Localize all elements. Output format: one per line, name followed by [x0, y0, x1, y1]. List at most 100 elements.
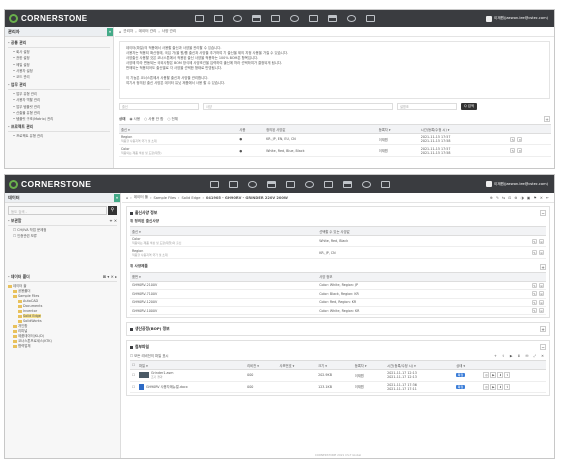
nav-box-icon[interactable] — [252, 15, 261, 22]
play-icon[interactable]: ▶ — [490, 383, 497, 390]
edit-icon[interactable]: ✎ — [532, 299, 537, 305]
search-button[interactable]: Q 검색 — [461, 103, 477, 110]
table-row[interactable]: ☐ GH90RV 사용자매뉴얼.docx 000 123.1KB 이재원 2021-11-… — [130, 381, 546, 394]
share-icon[interactable]: ⇪ — [504, 372, 511, 379]
table-row[interactable]: ☐ Grinder1.asm 조기 결과 000 202.9KB 이재원 2021-11-1… — [130, 369, 546, 382]
nav-folder-icon[interactable] — [214, 15, 223, 22]
nav-admin-icon[interactable] — [381, 180, 390, 188]
nav-list-icon[interactable] — [324, 180, 333, 188]
status-radio-use[interactable]: ◉ 사용 — [129, 117, 140, 122]
delete-icon[interactable]: ✕ — [517, 136, 523, 142]
edit-icon[interactable]: ✎ — [532, 238, 537, 244]
crumb-item[interactable]: Solid Edge — [181, 196, 200, 200]
desc-search-input[interactable]: 설명조 — [397, 103, 457, 110]
nav-people-icon[interactable] — [347, 15, 356, 22]
attach-tools-icons[interactable]: + ⇪ ▶ ⬇ ✉ ⤢ ✕ — [494, 354, 546, 358]
nav-flow-icon[interactable] — [343, 180, 352, 188]
col-file[interactable]: 파일 ▾ — [136, 360, 246, 371]
table-row[interactable]: Color 적용되는 제품 색상 및 도장(재질)의 출신 White, Red, … — [130, 235, 546, 248]
collapse-button[interactable]: − — [540, 210, 546, 216]
home-icon[interactable]: ⌂ — [119, 30, 121, 34]
sidebar-section[interactable]: - 공통 관리 — [8, 40, 110, 48]
delete-icon[interactable]: ⊖ — [539, 282, 544, 288]
table-row[interactable]: Region 적용할 사용지역 국가 및 소재 ● KR, JP, EN, EU, C… — [119, 133, 551, 146]
sidebar-item[interactable]: • 코드 관리 — [5, 73, 113, 79]
bookmark-item[interactable]: ☐ 인증관련 보류 — [5, 232, 120, 238]
nav-box-icon[interactable] — [267, 180, 276, 188]
crumb-item[interactable]: 관리자 — [123, 29, 133, 34]
col-status[interactable]: 상태 ▾ — [454, 360, 481, 371]
edit-icon[interactable]: ✎ — [532, 308, 537, 314]
col-registrant[interactable]: 등록자 ▾ — [376, 124, 419, 134]
nav-flow-icon[interactable] — [328, 15, 337, 22]
collapse-icon[interactable]: « — [114, 193, 120, 202]
table-row[interactable]: GH90RV-7100V Color: Black, Region: KR ✎ ⊖ — [130, 289, 546, 299]
bookmark-section[interactable]: - 보관함 + ✕ — [8, 218, 117, 226]
brand-logo[interactable]: CORNERSTONE — [9, 179, 91, 189]
nav-grid-icon[interactable] — [271, 15, 280, 22]
table-row[interactable]: Region 적용할 사용지역 국가 및 소재 KR, JP, CN ✎ ⊖ — [130, 246, 546, 259]
nav-home-icon[interactable] — [195, 15, 204, 22]
add-button[interactable]: + — [544, 116, 550, 122]
row-checkbox[interactable]: ☐ — [130, 381, 137, 394]
expand-button[interactable]: + — [540, 326, 546, 333]
table-row[interactable]: Color 적용되는 제품 색상 및 도장(재질) ● White, Red, Blu… — [119, 144, 551, 157]
nav-home-icon[interactable] — [210, 180, 219, 188]
collapse-icon[interactable]: « — [107, 27, 113, 36]
table-row[interactable]: GH90RV-2100V Color: White, Region: JP ✎ ⊖ — [130, 281, 546, 291]
edit-icon[interactable]: ✎ — [532, 291, 537, 297]
user-menu[interactable]: 이재원(jaewon.lee@cstec.com) — [486, 15, 548, 22]
sidebar-section[interactable]: - 프로젝트 관리 — [8, 124, 110, 132]
col-time[interactable]: 시간(등록/수정 시) ▾ — [385, 360, 455, 371]
table-row[interactable]: GH90RV-1000V Color: White, Region: KR ✎ ⊖ — [130, 306, 546, 316]
delete-icon[interactable]: ✕ — [517, 148, 523, 154]
status-radio-unused[interactable]: ○ 사용 안 함 — [144, 117, 163, 122]
toolbar-icons[interactable]: ⊕ ✎ ⇆ ⊡ ⊗ ◑ ▣ ⚑ ✕ ⇤ — [490, 196, 550, 200]
crumb-item[interactable]: Sample Files — [154, 196, 177, 200]
share-icon[interactable]: ⇪ — [504, 383, 511, 390]
edit-icon[interactable]: ✎ — [510, 136, 516, 142]
sidebar-item[interactable]: • 프로젝트 유형 관리 — [5, 132, 113, 138]
nav-people-icon[interactable] — [362, 180, 371, 188]
edit-icon[interactable]: ✎ — [532, 250, 537, 256]
download-icon[interactable]: ⬇ — [497, 372, 504, 379]
sidebar-search-input[interactable]: 등도 검색 - — [8, 206, 107, 215]
edit-icon[interactable]: ✎ — [532, 282, 537, 288]
table-row[interactable]: GH90RV-1200V Color: Red, Region: KR ✎ ⊖ — [130, 298, 546, 307]
delete-icon[interactable]: ⊖ — [539, 238, 544, 244]
nav-chart-icon[interactable] — [305, 180, 314, 188]
tree-node[interactable]: 협력업체 — [8, 344, 117, 349]
delete-icon[interactable]: ⊖ — [539, 250, 544, 256]
col-option[interactable]: 출신 ▾ — [130, 226, 318, 236]
col-check[interactable]: ☐ — [130, 360, 137, 371]
folder-tools-icon[interactable]: ⊞ ▾ ✕ ▸ — [103, 274, 117, 280]
download-icon[interactable]: ⬇ — [497, 383, 504, 390]
spec-search-input[interactable]: 사양 — [203, 103, 393, 110]
all-revisions-checkbox[interactable]: ☐ 모든 리비전의 파일 표시 — [130, 353, 169, 358]
option-search-input[interactable]: 출신 — [119, 103, 199, 110]
view-icon[interactable]: ◎ — [483, 372, 490, 379]
nav-doc-icon[interactable] — [248, 180, 257, 188]
brand-logo[interactable]: CORNERSTONE — [9, 14, 87, 23]
user-menu[interactable]: 이재원(jaewon.lee@cstec.com) — [486, 181, 548, 187]
row-checkbox[interactable]: ☐ — [130, 369, 137, 382]
bookmark-tools-icon[interactable]: + ✕ — [109, 218, 117, 224]
file-name[interactable]: GH90RV 사용자매뉴얼.docx — [146, 384, 188, 389]
col-partno[interactable]: 품번 ▾ — [130, 271, 318, 282]
col-size[interactable]: 크기 ▾ — [316, 360, 353, 371]
col-ecn[interactable]: 사포번호 ▾ — [277, 360, 317, 371]
nav-doc-icon[interactable] — [233, 15, 242, 22]
collapse-button[interactable]: − — [540, 344, 546, 351]
sidebar-item[interactable]: • 템플릿 구조(Matrix) 관리 — [5, 115, 113, 121]
delete-icon[interactable]: ⊖ — [539, 299, 544, 305]
play-icon[interactable]: ▶ — [490, 372, 497, 379]
nav-folder-icon[interactable] — [229, 180, 238, 188]
sidebar-section[interactable]: - 업무 관리 — [8, 82, 110, 90]
home-icon[interactable]: ⌂ — [126, 196, 128, 200]
col-revision[interactable]: 리비전 ▾ — [245, 360, 278, 371]
edit-icon[interactable]: ✎ — [510, 148, 516, 154]
folders-section[interactable]: - 데이터 폴더 ⊞ ▾ ✕ ▸ — [8, 274, 117, 283]
crumb-item[interactable]: 데이터 관리 — [139, 29, 157, 34]
nav-chart-icon[interactable] — [290, 15, 299, 22]
col-time[interactable]: 시간(등록/수정 시) ▾ — [418, 124, 509, 134]
